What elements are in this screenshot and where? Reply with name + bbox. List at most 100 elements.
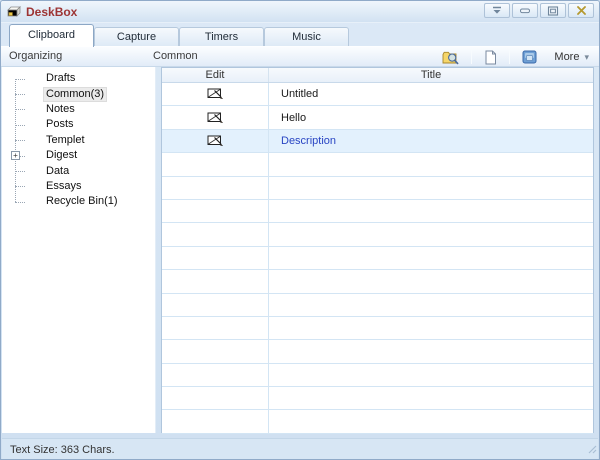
rollup-icon <box>491 6 503 15</box>
toolbar: More ▾ <box>433 47 595 67</box>
title-cell <box>269 364 593 386</box>
tree-branch-line <box>15 171 25 172</box>
chevron-down-icon: ▾ <box>584 52 589 63</box>
list-row-empty <box>162 247 593 270</box>
list-row[interactable]: Untitled <box>162 83 593 106</box>
edit-note-icon <box>207 111 224 125</box>
app-window: DeskBox <box>0 0 600 460</box>
title-bar[interactable]: DeskBox <box>1 1 599 23</box>
title-cell <box>269 247 593 269</box>
list-row-empty <box>162 153 593 176</box>
maximize-button[interactable] <box>540 3 566 18</box>
tree-item-label: Drafts <box>43 72 78 85</box>
close-icon <box>576 6 587 15</box>
search-folder-button[interactable] <box>433 48 468 66</box>
window-controls <box>484 3 594 18</box>
list-header: Edit Title <box>162 68 593 83</box>
edit-cell[interactable] <box>162 247 269 269</box>
title-cell: Description <box>269 130 593 152</box>
title-cell: Hello <box>269 106 593 128</box>
list-row[interactable]: Hello <box>162 106 593 129</box>
edit-cell[interactable] <box>162 177 269 199</box>
list-row-empty <box>162 410 593 433</box>
tab-timers[interactable]: Timers <box>179 27 264 46</box>
common-panel-title: Common <box>153 50 198 62</box>
tab-clipboard[interactable]: Clipboard <box>9 24 94 47</box>
tree-expander[interactable]: + <box>11 151 20 160</box>
organizing-panel-title: Organizing <box>9 50 62 62</box>
new-document-button[interactable] <box>475 48 506 66</box>
tree-item-label: Data <box>43 165 72 178</box>
title-cell <box>269 387 593 409</box>
tree-item-templet[interactable]: Templet <box>2 133 155 148</box>
tab-label: Capture <box>117 31 156 43</box>
maximize-icon <box>547 6 559 16</box>
tree-item-essays[interactable]: Essays <box>2 179 155 194</box>
tree-item-label: Essays <box>43 180 84 193</box>
edit-cell[interactable] <box>162 270 269 292</box>
panel-header-strip: Organizing Common <box>1 46 599 67</box>
edit-cell[interactable] <box>162 410 269 432</box>
title-cell <box>269 270 593 292</box>
edit-cell[interactable] <box>162 130 269 152</box>
tree-item-common-3[interactable]: Common(3) <box>2 86 155 101</box>
minimize-icon <box>519 6 531 15</box>
tree-item-posts[interactable]: Posts <box>2 117 155 132</box>
title-cell <box>269 177 593 199</box>
list-row-empty <box>162 200 593 223</box>
list-row-empty <box>162 364 593 387</box>
edit-cell[interactable] <box>162 387 269 409</box>
tree-item-label: Notes <box>43 103 78 116</box>
tree: Drafts Common(3) <box>2 67 155 210</box>
title-cell <box>269 294 593 316</box>
tab-music[interactable]: Music <box>264 27 349 46</box>
edit-note-icon <box>207 134 224 148</box>
more-button[interactable]: More ▾ <box>546 48 595 66</box>
tab-capture[interactable]: Capture <box>94 27 179 46</box>
new-document-icon <box>484 50 497 65</box>
edit-cell[interactable] <box>162 200 269 222</box>
edit-cell[interactable] <box>162 294 269 316</box>
title-cell: Untitled <box>269 83 593 105</box>
edit-cell[interactable] <box>162 106 269 128</box>
minimize-button[interactable] <box>512 3 538 18</box>
title-cell <box>269 317 593 339</box>
list-row-empty <box>162 270 593 293</box>
edit-cell[interactable] <box>162 223 269 245</box>
panel-view-button[interactable] <box>513 48 546 66</box>
edit-cell[interactable] <box>162 153 269 175</box>
list-row-empty <box>162 177 593 200</box>
close-button[interactable] <box>568 3 594 18</box>
edit-cell[interactable] <box>162 317 269 339</box>
edit-cell[interactable] <box>162 83 269 105</box>
organizing-tree-panel: Drafts Common(3) <box>2 67 156 433</box>
column-header-edit[interactable]: Edit <box>162 68 269 82</box>
edit-cell[interactable] <box>162 364 269 386</box>
tree-branch-line <box>15 109 25 110</box>
tree-item-notes[interactable]: Notes <box>2 102 155 117</box>
tree-branch-line <box>15 125 25 126</box>
status-text: Text Size: 363 Chars. <box>10 444 115 456</box>
list-row[interactable]: Description <box>162 130 593 153</box>
list-row-empty <box>162 317 593 340</box>
tree-item-drafts[interactable]: Drafts <box>2 71 155 86</box>
list-row-empty <box>162 387 593 410</box>
rollup-button[interactable] <box>484 3 510 18</box>
tree-item-data[interactable]: Data <box>2 163 155 178</box>
edit-note-icon <box>207 87 224 101</box>
edit-cell[interactable] <box>162 340 269 362</box>
tree-branch-line <box>15 94 25 95</box>
tree-item-label: Digest <box>43 149 80 162</box>
tree-item-label: Common(3) <box>43 87 107 102</box>
app-box-icon <box>6 5 22 19</box>
list-row-empty <box>162 340 593 363</box>
title-cell <box>269 200 593 222</box>
list-row-empty <box>162 294 593 317</box>
tree-item-digest[interactable]: + Digest <box>2 148 155 163</box>
resize-grip-icon[interactable] <box>588 445 597 457</box>
list-row-empty <box>162 223 593 246</box>
search-folder-icon <box>442 50 459 65</box>
tree-item-label: Recycle Bin(1) <box>43 195 121 208</box>
column-header-title[interactable]: Title <box>269 68 593 82</box>
tree-item-recycle-bin-1[interactable]: Recycle Bin(1) <box>2 194 155 209</box>
